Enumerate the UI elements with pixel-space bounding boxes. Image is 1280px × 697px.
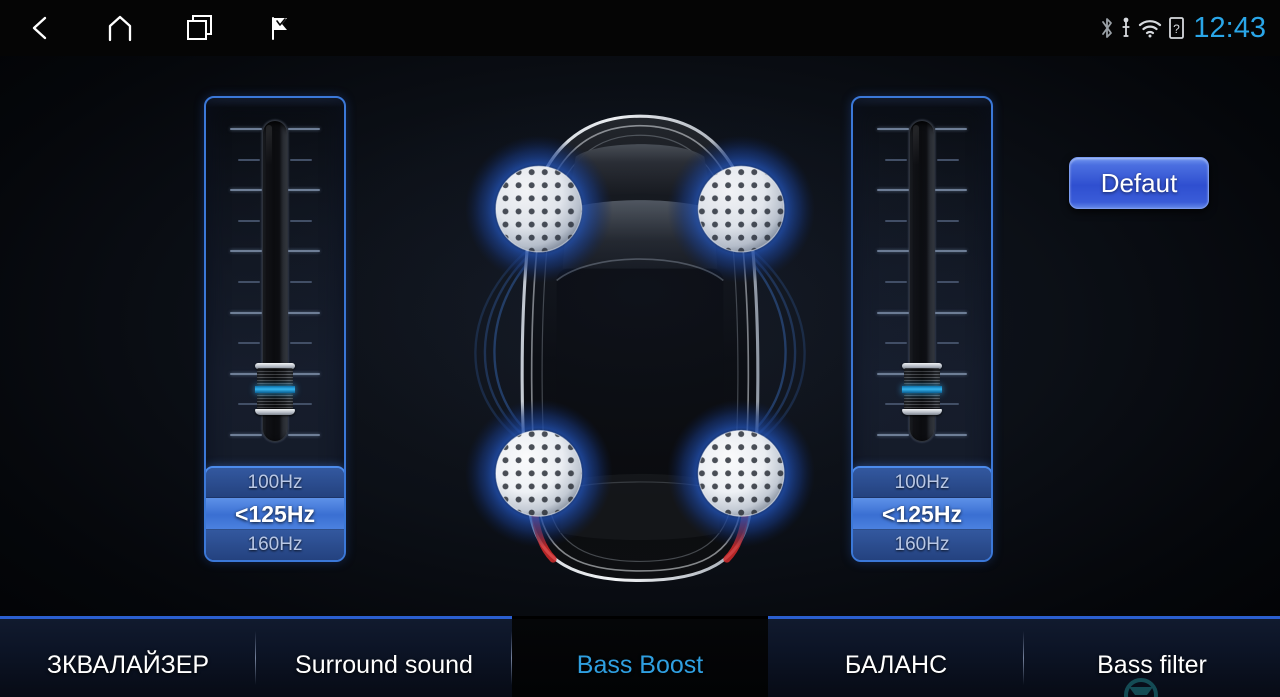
freq-option[interactable]: 160Hz — [206, 530, 344, 560]
slider-tick — [238, 219, 260, 222]
tab-equalizer[interactable]: ЗКВАЛАЙЗЕР — [0, 616, 256, 697]
slider-tick — [230, 311, 262, 314]
slider-tick — [877, 128, 909, 130]
freq-option[interactable]: 100Hz — [853, 468, 991, 498]
slider-tick — [238, 342, 260, 345]
slider-tick — [288, 189, 320, 192]
freq-option[interactable]: 100Hz — [206, 468, 344, 498]
slider-tick — [937, 281, 959, 283]
flag-icon[interactable] — [240, 0, 320, 56]
slider-tick — [238, 281, 260, 283]
tab-label: БАЛАНС — [844, 650, 948, 679]
slider-tick — [230, 250, 262, 253]
slider-tick — [937, 342, 959, 345]
slider-tick — [230, 128, 262, 130]
thumb-cap-bottom — [902, 409, 942, 416]
slider-tick — [230, 434, 262, 436]
left-slider-thumb[interactable] — [255, 363, 295, 416]
slider-tick — [238, 158, 260, 161]
main-stage: 100Hz <125Hz 160Hz 100Hz <125Hz 160Hz De… — [0, 56, 1280, 616]
left-slider-area[interactable] — [206, 98, 344, 470]
tab-label: Bass Boost — [576, 650, 704, 679]
tab-label: Surround sound — [295, 650, 473, 679]
slider-tick — [877, 311, 909, 314]
status-bar: ? 12:43 — [0, 0, 1280, 56]
slider-tick — [230, 189, 262, 192]
bluetooth-icon — [1099, 16, 1115, 40]
car-top-view-with-speakers — [430, 90, 850, 590]
left-bass-slider[interactable]: 100Hz <125Hz 160Hz — [204, 96, 346, 562]
slider-tick — [290, 281, 312, 283]
thumb-cap-bottom — [255, 409, 295, 416]
slider-tick — [935, 189, 967, 192]
recents-icon[interactable] — [160, 0, 240, 56]
usb-icon — [1121, 16, 1131, 40]
bottom-tab-bar: ЗКВАЛАЙЗЕР Surround sound Bass Boost БАЛ… — [0, 616, 1280, 697]
right-slider-thumb[interactable] — [902, 363, 942, 416]
slider-tick — [935, 434, 967, 436]
right-frequency-selector[interactable]: 100Hz <125Hz 160Hz — [853, 466, 991, 560]
slider-tick — [885, 281, 907, 283]
slider-tick — [885, 342, 907, 345]
right-slider-area[interactable] — [853, 98, 991, 470]
slider-tick — [877, 250, 909, 253]
wifi-icon — [1137, 16, 1163, 40]
slider-tick — [877, 189, 909, 192]
slider-tick — [935, 311, 967, 314]
slider-tick — [288, 434, 320, 436]
back-icon[interactable] — [0, 0, 80, 56]
freq-option-selected[interactable]: <125Hz — [853, 498, 991, 530]
default-button[interactable]: Defaut — [1069, 157, 1209, 209]
tab-bass-boost[interactable]: Bass Boost — [512, 616, 768, 697]
slider-tick — [290, 219, 312, 222]
slider-tick — [288, 128, 320, 130]
clock: 12:43 — [1193, 12, 1266, 44]
tab-label: ЗКВАЛАЙЗЕР — [46, 650, 210, 679]
tab-surround-sound[interactable]: Surround sound — [256, 616, 512, 697]
slider-tick — [935, 250, 967, 253]
right-bass-slider[interactable]: 100Hz <125Hz 160Hz — [851, 96, 993, 562]
left-frequency-selector[interactable]: 100Hz <125Hz 160Hz — [206, 466, 344, 560]
slider-tick — [877, 434, 909, 436]
freq-option[interactable]: 160Hz — [853, 530, 991, 560]
thumb-indicator-led — [255, 386, 295, 394]
home-icon[interactable] — [80, 0, 160, 56]
sim-unknown-icon: ? — [1169, 17, 1184, 39]
slider-tick — [288, 311, 320, 314]
tab-balance[interactable]: БАЛАНС — [768, 616, 1024, 697]
slider-tick — [288, 250, 320, 253]
slider-tick — [290, 158, 312, 161]
slider-tick — [290, 342, 312, 345]
slider-tick — [885, 219, 907, 222]
tab-bass-filter[interactable]: Bass filter — [1024, 616, 1280, 697]
slider-tick — [937, 219, 959, 222]
freq-option-selected[interactable]: <125Hz — [206, 498, 344, 530]
slider-tick — [885, 158, 907, 161]
system-status-icons: ? — [1099, 0, 1184, 56]
slider-tick — [937, 158, 959, 161]
thumb-indicator-led — [902, 386, 942, 394]
svg-text:?: ? — [1173, 22, 1180, 36]
audio-settings-screen: ? 12:43 100Hz <125Hz 160Hz 100Hz <125Hz … — [0, 0, 1280, 697]
navigation-bar — [0, 0, 320, 56]
slider-tick — [935, 128, 967, 130]
tab-label: Bass filter — [1097, 650, 1207, 679]
